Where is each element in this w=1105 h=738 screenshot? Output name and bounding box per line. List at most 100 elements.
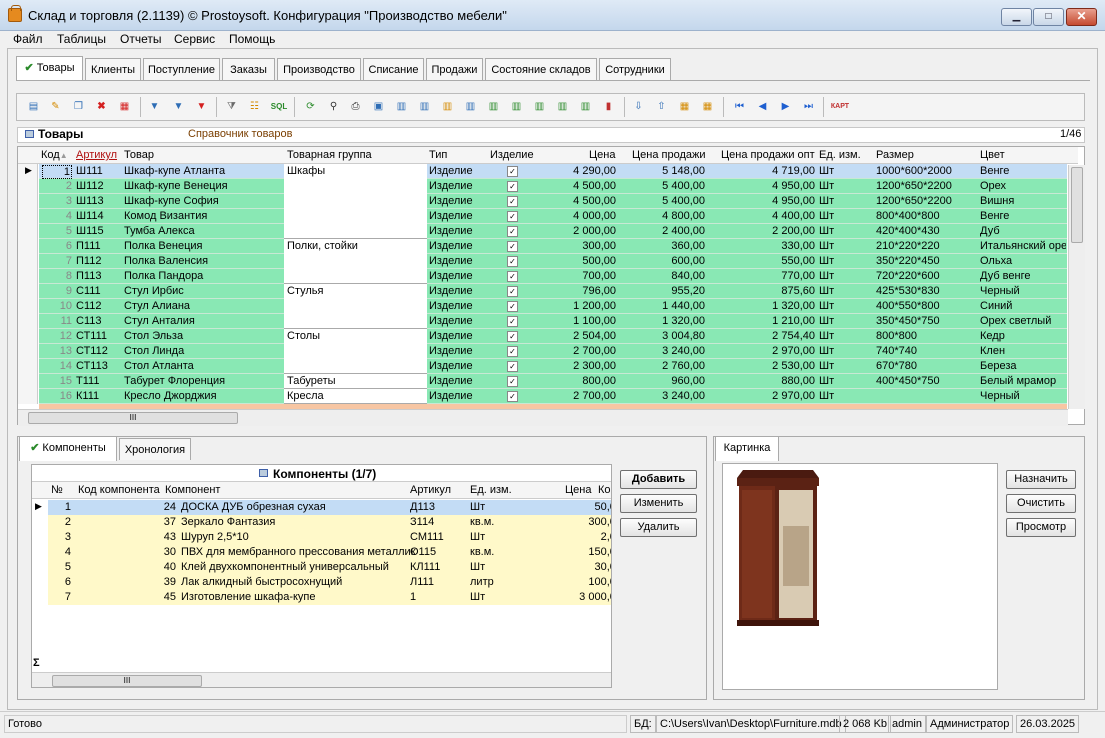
cell-type[interactable]: Изделие	[429, 270, 473, 282]
cell-type[interactable]: Изделие	[429, 375, 473, 387]
scroll-thumb[interactable]: III	[52, 675, 202, 687]
import-icon[interactable]: ⇩	[630, 96, 647, 117]
col-group[interactable]: Товарная группа	[287, 149, 372, 161]
cell-unit[interactable]: Шт	[819, 255, 834, 267]
cell-price[interactable]: 2 700,00	[538, 390, 616, 402]
cell-wholesale-price[interactable]: 2 970,00	[708, 390, 815, 402]
row-indicator[interactable]	[18, 254, 38, 269]
cell-code[interactable]: 1	[42, 165, 72, 179]
cell-component-article[interactable]: СМ111	[410, 531, 444, 543]
cell-wholesale-price[interactable]: 330,00	[708, 240, 815, 252]
product-checkbox[interactable]: ✓	[507, 331, 518, 342]
cell-size[interactable]: 670*780	[876, 360, 917, 372]
product-checkbox[interactable]: ✓	[507, 316, 518, 327]
row-indicator[interactable]	[18, 239, 38, 254]
cell-component-article[interactable]: Л111	[410, 576, 434, 588]
cell-name[interactable]: Полка Венеция	[124, 240, 282, 252]
cell-component-price[interactable]: 50,00	[538, 501, 611, 513]
tab-writeoff[interactable]: Списание	[363, 58, 424, 80]
cell-color[interactable]: Береза	[980, 360, 1066, 372]
cell-name[interactable]: Стол Атланта	[124, 360, 282, 372]
cell-sale-price[interactable]: 600,00	[618, 255, 705, 267]
cell-size[interactable]: 1000*600*2000	[876, 165, 952, 177]
cell-wholesale-price[interactable]: 1 210,00	[708, 315, 815, 327]
cell-color[interactable]: Белый мрамор	[980, 375, 1066, 387]
find-binoculars-icon[interactable]: ⚲	[325, 96, 342, 117]
cell-price[interactable]: 2 504,00	[538, 330, 616, 342]
cell-article[interactable]: Ш112	[76, 180, 104, 192]
tab-receipts[interactable]: Поступление	[143, 58, 220, 80]
cell-color[interactable]: Клен	[980, 345, 1066, 357]
col-unit[interactable]: Ед. изм.	[819, 149, 861, 161]
product-checkbox[interactable]: ✓	[507, 241, 518, 252]
cell-code[interactable]: 16	[42, 390, 72, 402]
sql-icon[interactable]: SQL	[268, 96, 290, 117]
cell-code[interactable]: 9	[42, 285, 72, 297]
cell-wholesale-price[interactable]: 2 530,00	[708, 360, 815, 372]
cell-component-unit[interactable]: Шт	[470, 561, 485, 573]
cell-size[interactable]: 1200*650*2200	[876, 195, 952, 207]
prev-record-icon[interactable]: ◀	[754, 96, 771, 117]
cell-component-unit[interactable]: Шт	[470, 591, 485, 603]
cell-group[interactable]: Полки, стойки	[284, 239, 427, 284]
table-row[interactable]: 12 СТ111 Стол Эльза Изделие ✓ 2 504,00 3 004,8…	[18, 329, 1068, 344]
cell-code[interactable]: 4	[42, 210, 72, 222]
minimize-button[interactable]: ▁	[1001, 8, 1032, 26]
cell-type[interactable]: Изделие	[429, 255, 473, 267]
cell-code[interactable]: 3	[42, 195, 72, 207]
cell-component-unit[interactable]: кв.м.	[470, 546, 494, 558]
table-row[interactable]: 9 С111 Стул Ирбис Изделие ✓ 796,00 955,20 875,6…	[18, 284, 1068, 299]
cell-component-article[interactable]: З114	[410, 516, 434, 528]
cell-component-code[interactable]: 37	[78, 516, 176, 528]
row-indicator[interactable]	[18, 299, 38, 314]
cell-num[interactable]: 4	[48, 546, 71, 558]
cell-code[interactable]: 6	[42, 240, 72, 252]
cell-color[interactable]: Вишня	[980, 195, 1066, 207]
row-indicator[interactable]	[18, 374, 38, 389]
clear-picture-button[interactable]: Очистить	[1006, 494, 1076, 513]
row-indicator[interactable]	[18, 179, 38, 194]
cell-component-unit[interactable]: литр	[470, 576, 494, 588]
cell-unit[interactable]: Шт	[819, 180, 834, 192]
cell-size[interactable]: 800*400*800	[876, 210, 940, 222]
table-row[interactable]: 15 Т111 Табурет Флоренция Изделие ✓ 800,00 960…	[18, 374, 1068, 389]
delete-all-icon[interactable]: ▦	[116, 96, 133, 117]
tab-components[interactable]: ✔ Компоненты	[19, 436, 117, 461]
cell-type[interactable]: Изделие	[429, 165, 473, 177]
cell-component-code[interactable]: 45	[78, 591, 176, 603]
edit-component-button[interactable]: Изменить	[620, 494, 697, 513]
cell-size[interactable]: 740*740	[876, 345, 917, 357]
cell-article[interactable]: СТ112	[76, 345, 108, 357]
scroll-thumb[interactable]	[1071, 167, 1083, 243]
cell-type[interactable]: Изделие	[429, 180, 473, 192]
menu-tables[interactable]: Таблицы	[57, 32, 106, 46]
cell-size[interactable]: 350*450*750	[876, 315, 940, 327]
product-picture[interactable]	[722, 463, 998, 690]
cell-code[interactable]: 11	[42, 315, 72, 327]
row-indicator[interactable]	[18, 269, 38, 284]
cell-sale-price[interactable]: 5 400,00	[618, 180, 705, 192]
table-row[interactable]: 10 С112 Стул Алиана Изделие ✓ 1 200,00 1 440,0…	[18, 299, 1068, 314]
cell-component[interactable]: Шуруп 2,5*10	[181, 531, 419, 543]
cell-type[interactable]: Изделие	[429, 210, 473, 222]
cell-article[interactable]: Ш113	[76, 195, 104, 207]
cell-article[interactable]: С112	[76, 300, 101, 312]
cell-unit[interactable]: Шт	[819, 285, 834, 297]
product-checkbox[interactable]: ✓	[507, 361, 518, 372]
export-xml-icon[interactable]: ▥	[577, 96, 594, 117]
row-indicator[interactable]	[18, 284, 38, 299]
refresh-icon[interactable]: ⟳	[302, 96, 319, 117]
tab-picture[interactable]: Картинка	[715, 436, 779, 461]
chart-icon[interactable]: ▮	[600, 96, 617, 117]
table-row[interactable]: 13 СТ112 Стол Линда Изделие ✓ 2 700,00 3 240,0…	[18, 344, 1068, 359]
cell-code[interactable]: 15	[42, 375, 72, 387]
cell-code[interactable]: 10	[42, 300, 72, 312]
export-excel-icon[interactable]: ▥	[485, 96, 502, 117]
cell-name[interactable]: Стол Линда	[124, 345, 282, 357]
cell-price[interactable]: 796,00	[538, 285, 616, 297]
table-row[interactable]: 14 СТ113 Стол Атланта Изделие ✓ 2 300,00 2 760…	[18, 359, 1068, 374]
product-checkbox[interactable]: ✓	[507, 256, 518, 267]
cell-code[interactable]: 12	[42, 330, 72, 342]
card-icon[interactable]: КАРТ	[829, 96, 851, 117]
cell-component-code[interactable]: 30	[78, 546, 176, 558]
